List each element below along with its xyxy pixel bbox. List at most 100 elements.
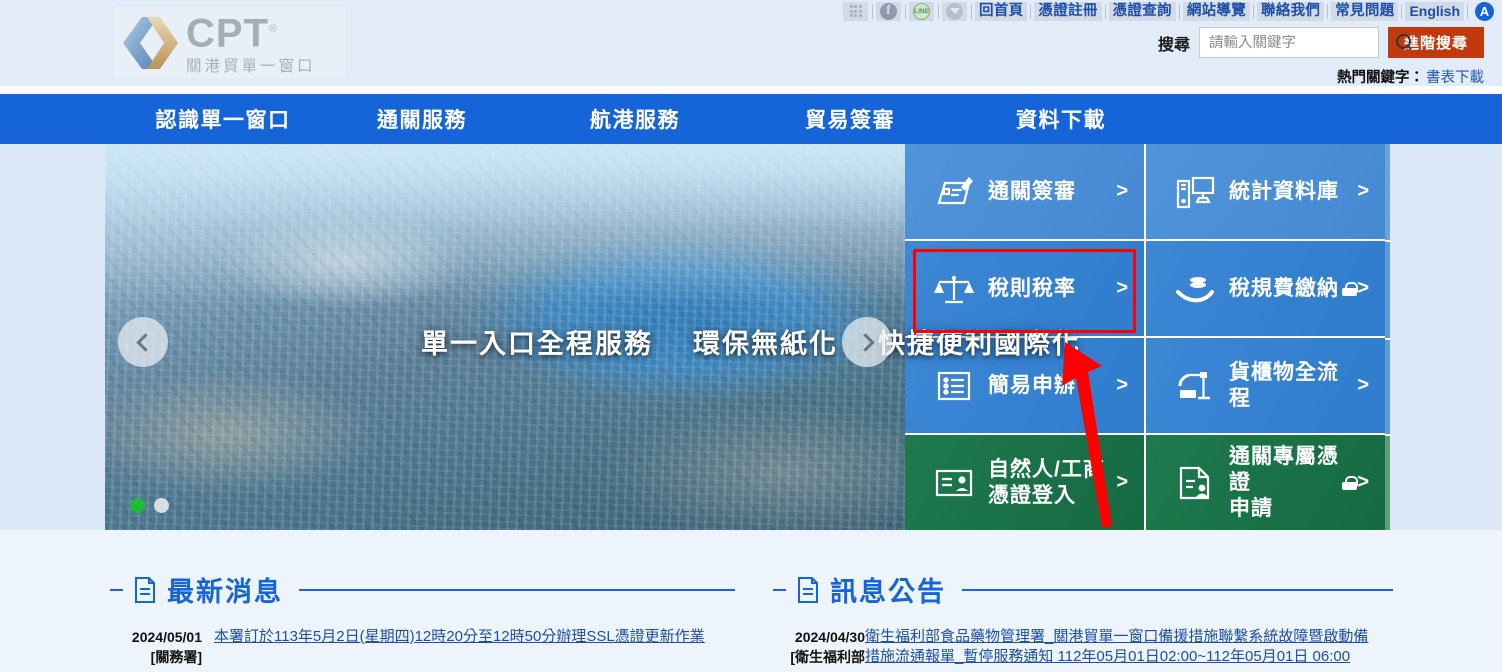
tile-label: 統計資料庫 (1229, 179, 1339, 203)
carousel-prev-button[interactable] (118, 317, 168, 367)
news-title-link[interactable]: 衛生福利部食品藥物管理署_關港貿單一窗口備援措施聯繫系統故障暨啟動備 (865, 627, 1393, 647)
hot-keywords-label: 熱門關鍵字： (1337, 70, 1424, 86)
carousel-caption-1: 單一入口全程服務 (421, 329, 653, 359)
registered-mark: ® (269, 22, 279, 35)
nav-item-downloads[interactable]: 資料下載 (961, 104, 1161, 134)
divider (938, 3, 940, 19)
carousel-caption-2: 環保無紙化 (693, 329, 838, 359)
chevron-right-icon: > (1357, 374, 1369, 396)
carousel-caption-3: 快捷便利國際化 (878, 329, 1081, 359)
certificate-stamp-icon (1174, 464, 1216, 502)
utility-link-english[interactable]: English (1405, 1, 1464, 21)
search-box[interactable] (1198, 27, 1411, 58)
logo-brand: CPT (186, 11, 269, 56)
panel-title: 訊息公告 (830, 577, 946, 607)
utility-link-cert-register[interactable]: 憑證註冊 (1034, 1, 1102, 21)
chevron-right-icon: > (1116, 277, 1128, 299)
accessibility-badge[interactable]: A (1475, 1, 1494, 21)
lock-icon (1342, 475, 1359, 490)
tile-label: 通關專屬憑證 申請 (1229, 444, 1339, 520)
news-date: 2024/05/01 (131, 629, 202, 645)
divider (1253, 3, 1255, 19)
lock-icon (1342, 281, 1359, 296)
cpt-diamond-icon (120, 14, 182, 72)
divider (905, 3, 907, 19)
chevron-right-icon: > (1116, 180, 1128, 202)
panel-rule (299, 588, 735, 591)
news-source: [衛生福利部 (790, 649, 865, 665)
facebook-icon[interactable]: f (876, 1, 902, 21)
form-pen-icon (933, 173, 975, 211)
document-icon (133, 576, 157, 604)
divider (1030, 3, 1032, 19)
panel-announcements: 訊息公告 2024/04/30 [衛生福利部 衛生福利部食品藥物管理署_關港貿單… (773, 570, 1393, 667)
tile-label: 通關簽審 (988, 179, 1076, 203)
computer-icon (1174, 173, 1216, 211)
chevron-right-icon: > (1357, 277, 1369, 299)
carousel-dot-2[interactable] (154, 498, 169, 513)
news-title-link-line2[interactable]: 措施流通報單_暫停服務通知 112年05月01日02:00~112年05月01日… (865, 647, 1393, 667)
panel-rule (962, 588, 1393, 591)
news-source: [關務署] (150, 649, 202, 665)
app-grid-icon[interactable] (843, 1, 869, 21)
news-date: 2024/04/30 (794, 629, 865, 645)
chevron-right-icon: > (1357, 471, 1369, 493)
news-date-block: 2024/05/01 [關務署] (110, 627, 202, 667)
utility-link-home[interactable]: 回首頁 (975, 1, 1028, 21)
divider (1178, 3, 1180, 19)
carousel-dot-1[interactable] (130, 498, 145, 513)
hot-keywords: 熱門關鍵字： 書表下載 (1337, 66, 1484, 87)
news-list-item[interactable]: 2024/04/30 [衛生福利部 衛生福利部食品藥物管理署_關港貿單一窗口備援… (773, 627, 1393, 667)
tile-customs-cert-apply[interactable]: 通關專屬憑證 申請 > (1146, 435, 1385, 530)
tile-citizen-cert-login[interactable]: 自然人/工商 憑證登入 > (905, 435, 1144, 530)
news-list-item[interactable]: 2024/05/01 [關務署] 本署訂於113年5月2日(星期四)12時20分… (110, 627, 735, 667)
nav-item-port[interactable]: 航港服務 (531, 104, 739, 134)
tile-label: 貨櫃物全流程 (1229, 360, 1339, 410)
carousel-indicators (130, 498, 169, 513)
carousel-next-button[interactable] (842, 317, 892, 367)
logo-subtitle: 關港貿單一窗口 (186, 58, 316, 76)
nav-item-about[interactable]: 認識單一窗口 (133, 104, 313, 134)
utility-link-faq[interactable]: 常見問題 (1331, 1, 1399, 21)
tile-label: 稅規費繳納 (1229, 276, 1339, 300)
search-icon[interactable] (1395, 34, 1413, 51)
divider (971, 3, 973, 19)
utility-link-sitemap[interactable]: 網站導覽 (1182, 1, 1251, 21)
search-label: 搜尋 (1157, 36, 1190, 54)
news-title-link[interactable]: 本署訂於113年5月2日(星期四)12時20分至12時50分辦理SSL憑證更新作… (214, 627, 735, 667)
news-section: 最新消息 2024/05/01 [關務署] 本署訂於113年5月2日(星期四)1… (0, 530, 1502, 672)
nav-item-customs[interactable]: 通關服務 (313, 104, 531, 134)
divider (1401, 3, 1403, 19)
tile-label: 稅則稅率 (988, 276, 1076, 300)
nav-item-trade[interactable]: 貿易簽審 (739, 104, 961, 134)
tile-statistics-db[interactable]: 統計資料庫 > (1146, 144, 1385, 239)
panel-header: 最新消息 (110, 570, 735, 609)
utility-link-contact[interactable]: 聯絡我們 (1257, 1, 1325, 21)
utility-links: f LINE 回首頁 憑證註冊 憑證查詢 網站導覽 聯絡我們 常見問題 Engl… (843, 1, 1494, 21)
line-icon[interactable]: LINE (909, 1, 935, 21)
divider (872, 3, 874, 19)
search-area: 搜尋 進階搜尋 (1158, 27, 1484, 58)
header-tick (773, 588, 786, 591)
news-date-block: 2024/04/30 [衛生福利部 (773, 627, 865, 667)
tile-label: 簡易申辦 (988, 373, 1076, 397)
header-tick (110, 588, 123, 591)
tile-customs-review[interactable]: 通關簽審 > (905, 144, 1144, 239)
scale-balance-icon (933, 270, 975, 308)
main-navigation: 認識單一窗口 通關服務 航港服務 貿易簽審 資料下載 (0, 94, 1502, 144)
divider (1327, 3, 1329, 19)
panel-header: 訊息公告 (773, 570, 1393, 609)
carousel-caption: 單一入口全程服務 環保無紙化 快捷便利國際化 (0, 322, 1502, 361)
list-icon (933, 367, 975, 405)
crane-container-icon (1174, 367, 1216, 405)
top-utility-bar: f LINE 回首頁 憑證註冊 憑證查詢 網站導覽 聯絡我們 常見問題 Engl… (0, 0, 1502, 86)
document-icon (796, 576, 820, 604)
site-logo[interactable]: CPT® 關港貿單一窗口 (114, 7, 345, 78)
search-input[interactable] (1208, 34, 1396, 51)
panel-title: 最新消息 (167, 577, 283, 607)
id-card-icon (933, 464, 975, 502)
chevron-right-icon: > (1116, 471, 1128, 493)
utility-link-cert-query[interactable]: 憑證查詢 (1108, 1, 1176, 21)
share-dropdown-icon[interactable] (942, 1, 968, 21)
hot-keyword-link[interactable]: 書表下載 (1426, 66, 1484, 87)
